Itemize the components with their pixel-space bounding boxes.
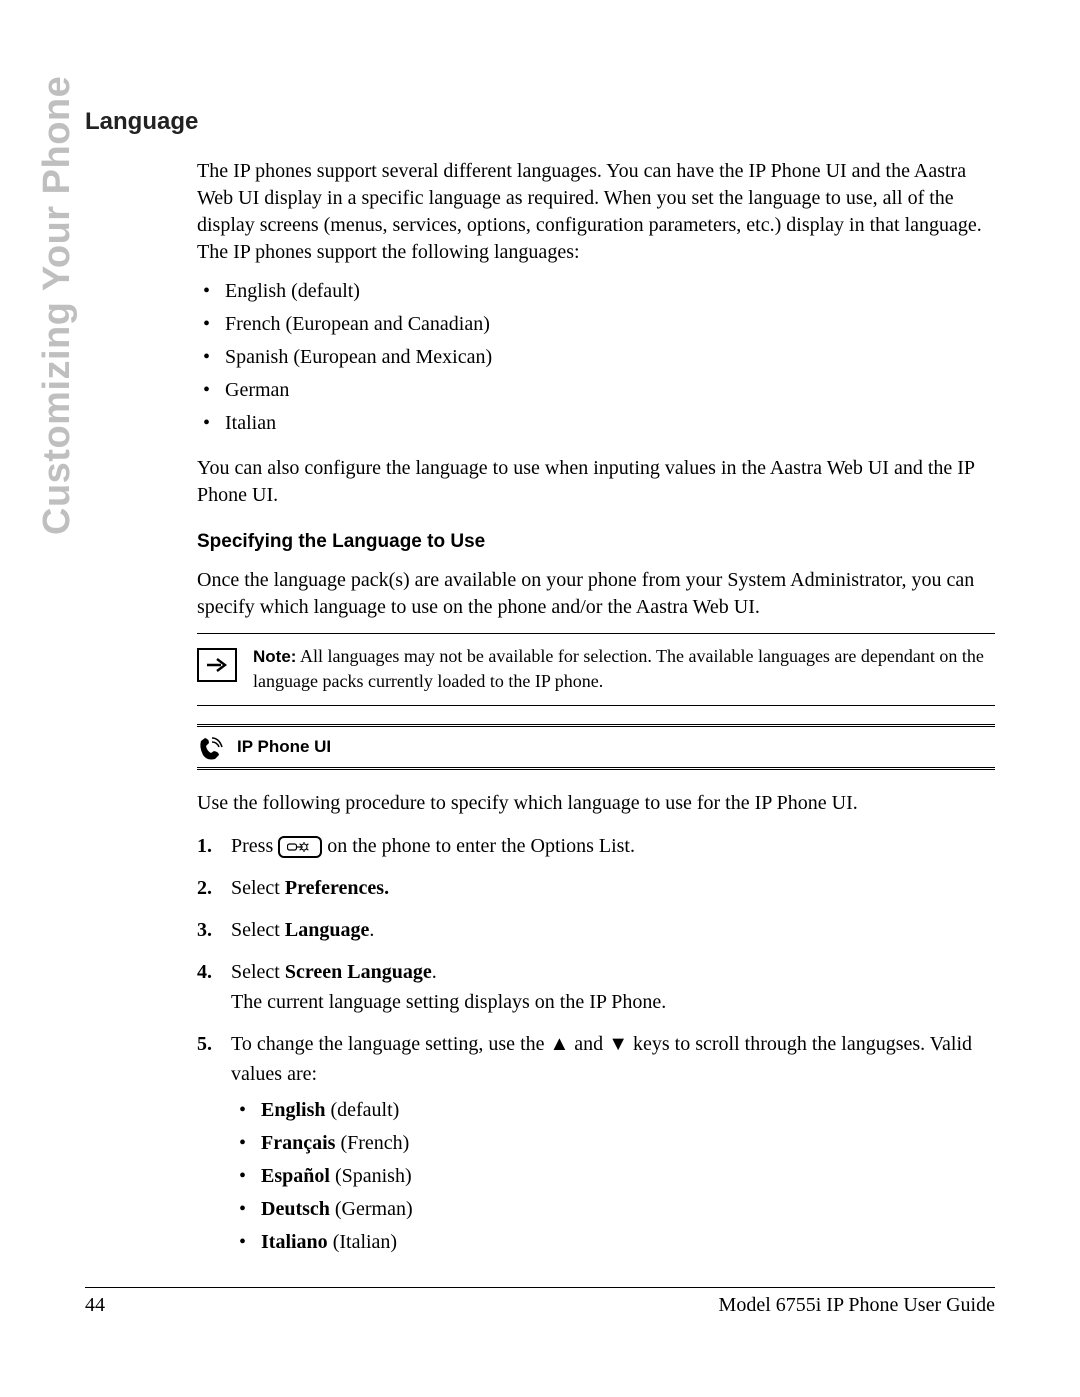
step-text: To change the language setting, use the (231, 1033, 550, 1055)
list-item: German (197, 377, 995, 404)
value-bold: Español (261, 1165, 330, 1187)
value-rest: (default) (325, 1099, 399, 1121)
value-rest: (Spanish) (330, 1165, 412, 1187)
list-item: Deutsch (German) (233, 1196, 995, 1223)
procedure-intro: Use the following procedure to specify w… (197, 790, 995, 817)
note-block: Note: All languages may not be available… (197, 633, 995, 706)
list-item: French (European and Canadian) (197, 311, 995, 338)
list-item: English (default) (197, 278, 995, 305)
value-bold: Deutsch (261, 1198, 330, 1220)
step-4: Select Screen Language. The current lang… (197, 957, 995, 1017)
ip-phone-ui-band: IP Phone UI (197, 724, 995, 770)
step-text: and (569, 1033, 608, 1055)
step-text: Press (231, 835, 278, 857)
step-bold: Screen Language (285, 961, 432, 983)
step-bold: Preferences. (285, 877, 389, 899)
value-bold: Français (261, 1132, 335, 1154)
subheading-specifying: Specifying the Language to Use (197, 531, 995, 553)
page-body: Language The IP phones support several d… (85, 108, 995, 1247)
step-text: . (369, 919, 374, 941)
step-1: Press on the phone to enter the Options … (197, 831, 995, 861)
note-arrow-icon (197, 648, 237, 682)
footer-title: Model 6755i IP Phone User Guide (719, 1294, 995, 1317)
list-item: Français (French) (233, 1130, 995, 1157)
value-bold: Italiano (261, 1231, 328, 1253)
note-text: Note: All languages may not be available… (253, 644, 995, 693)
step-text: on the phone to enter the Options List. (327, 835, 635, 857)
list-item: English (default) (233, 1097, 995, 1124)
page-footer: 44 Model 6755i IP Phone User Guide (85, 1287, 995, 1317)
step-text: Select (231, 961, 285, 983)
list-item: Español (Spanish) (233, 1163, 995, 1190)
list-item: Italiano (Italian) (233, 1229, 995, 1256)
value-rest: (German) (330, 1198, 413, 1220)
procedure-steps: Press on the phone to enter the Options … (197, 831, 995, 1256)
down-arrow-icon: ▼ (608, 1033, 628, 1055)
up-arrow-icon: ▲ (550, 1033, 570, 1055)
step-text: Select (231, 877, 285, 899)
note-body: All languages may not be available for s… (253, 646, 984, 691)
supported-languages-list: English (default) French (European and C… (197, 278, 995, 437)
sidebar-chapter-title: Customizing Your Phone (36, 76, 79, 535)
step-text: . (432, 961, 437, 983)
step-2: Select Preferences. (197, 873, 995, 903)
post-list-paragraph: You can also configure the language to u… (197, 455, 995, 509)
note-label: Note: (253, 647, 296, 666)
step-5: To change the language setting, use the … (197, 1029, 995, 1256)
list-item: Spanish (European and Mexican) (197, 344, 995, 371)
step-3: Select Language. (197, 915, 995, 945)
phone-icon (197, 733, 227, 761)
step-bold: Language (285, 919, 369, 941)
section-heading: Language (85, 108, 995, 136)
value-bold: English (261, 1099, 325, 1121)
intro-paragraph: The IP phones support several different … (197, 158, 995, 266)
list-item: Italian (197, 410, 995, 437)
ip-phone-ui-label: IP Phone UI (237, 737, 331, 757)
page-number: 44 (85, 1294, 105, 1317)
step-text: The current language setting displays on… (231, 991, 666, 1013)
value-rest: (Italian) (328, 1231, 397, 1253)
value-rest: (French) (335, 1132, 409, 1154)
specify-paragraph: Once the language pack(s) are available … (197, 567, 995, 621)
valid-values-list: English (default) Français (French) Espa… (233, 1097, 995, 1256)
options-key-icon (278, 836, 322, 858)
step-text: Select (231, 919, 285, 941)
